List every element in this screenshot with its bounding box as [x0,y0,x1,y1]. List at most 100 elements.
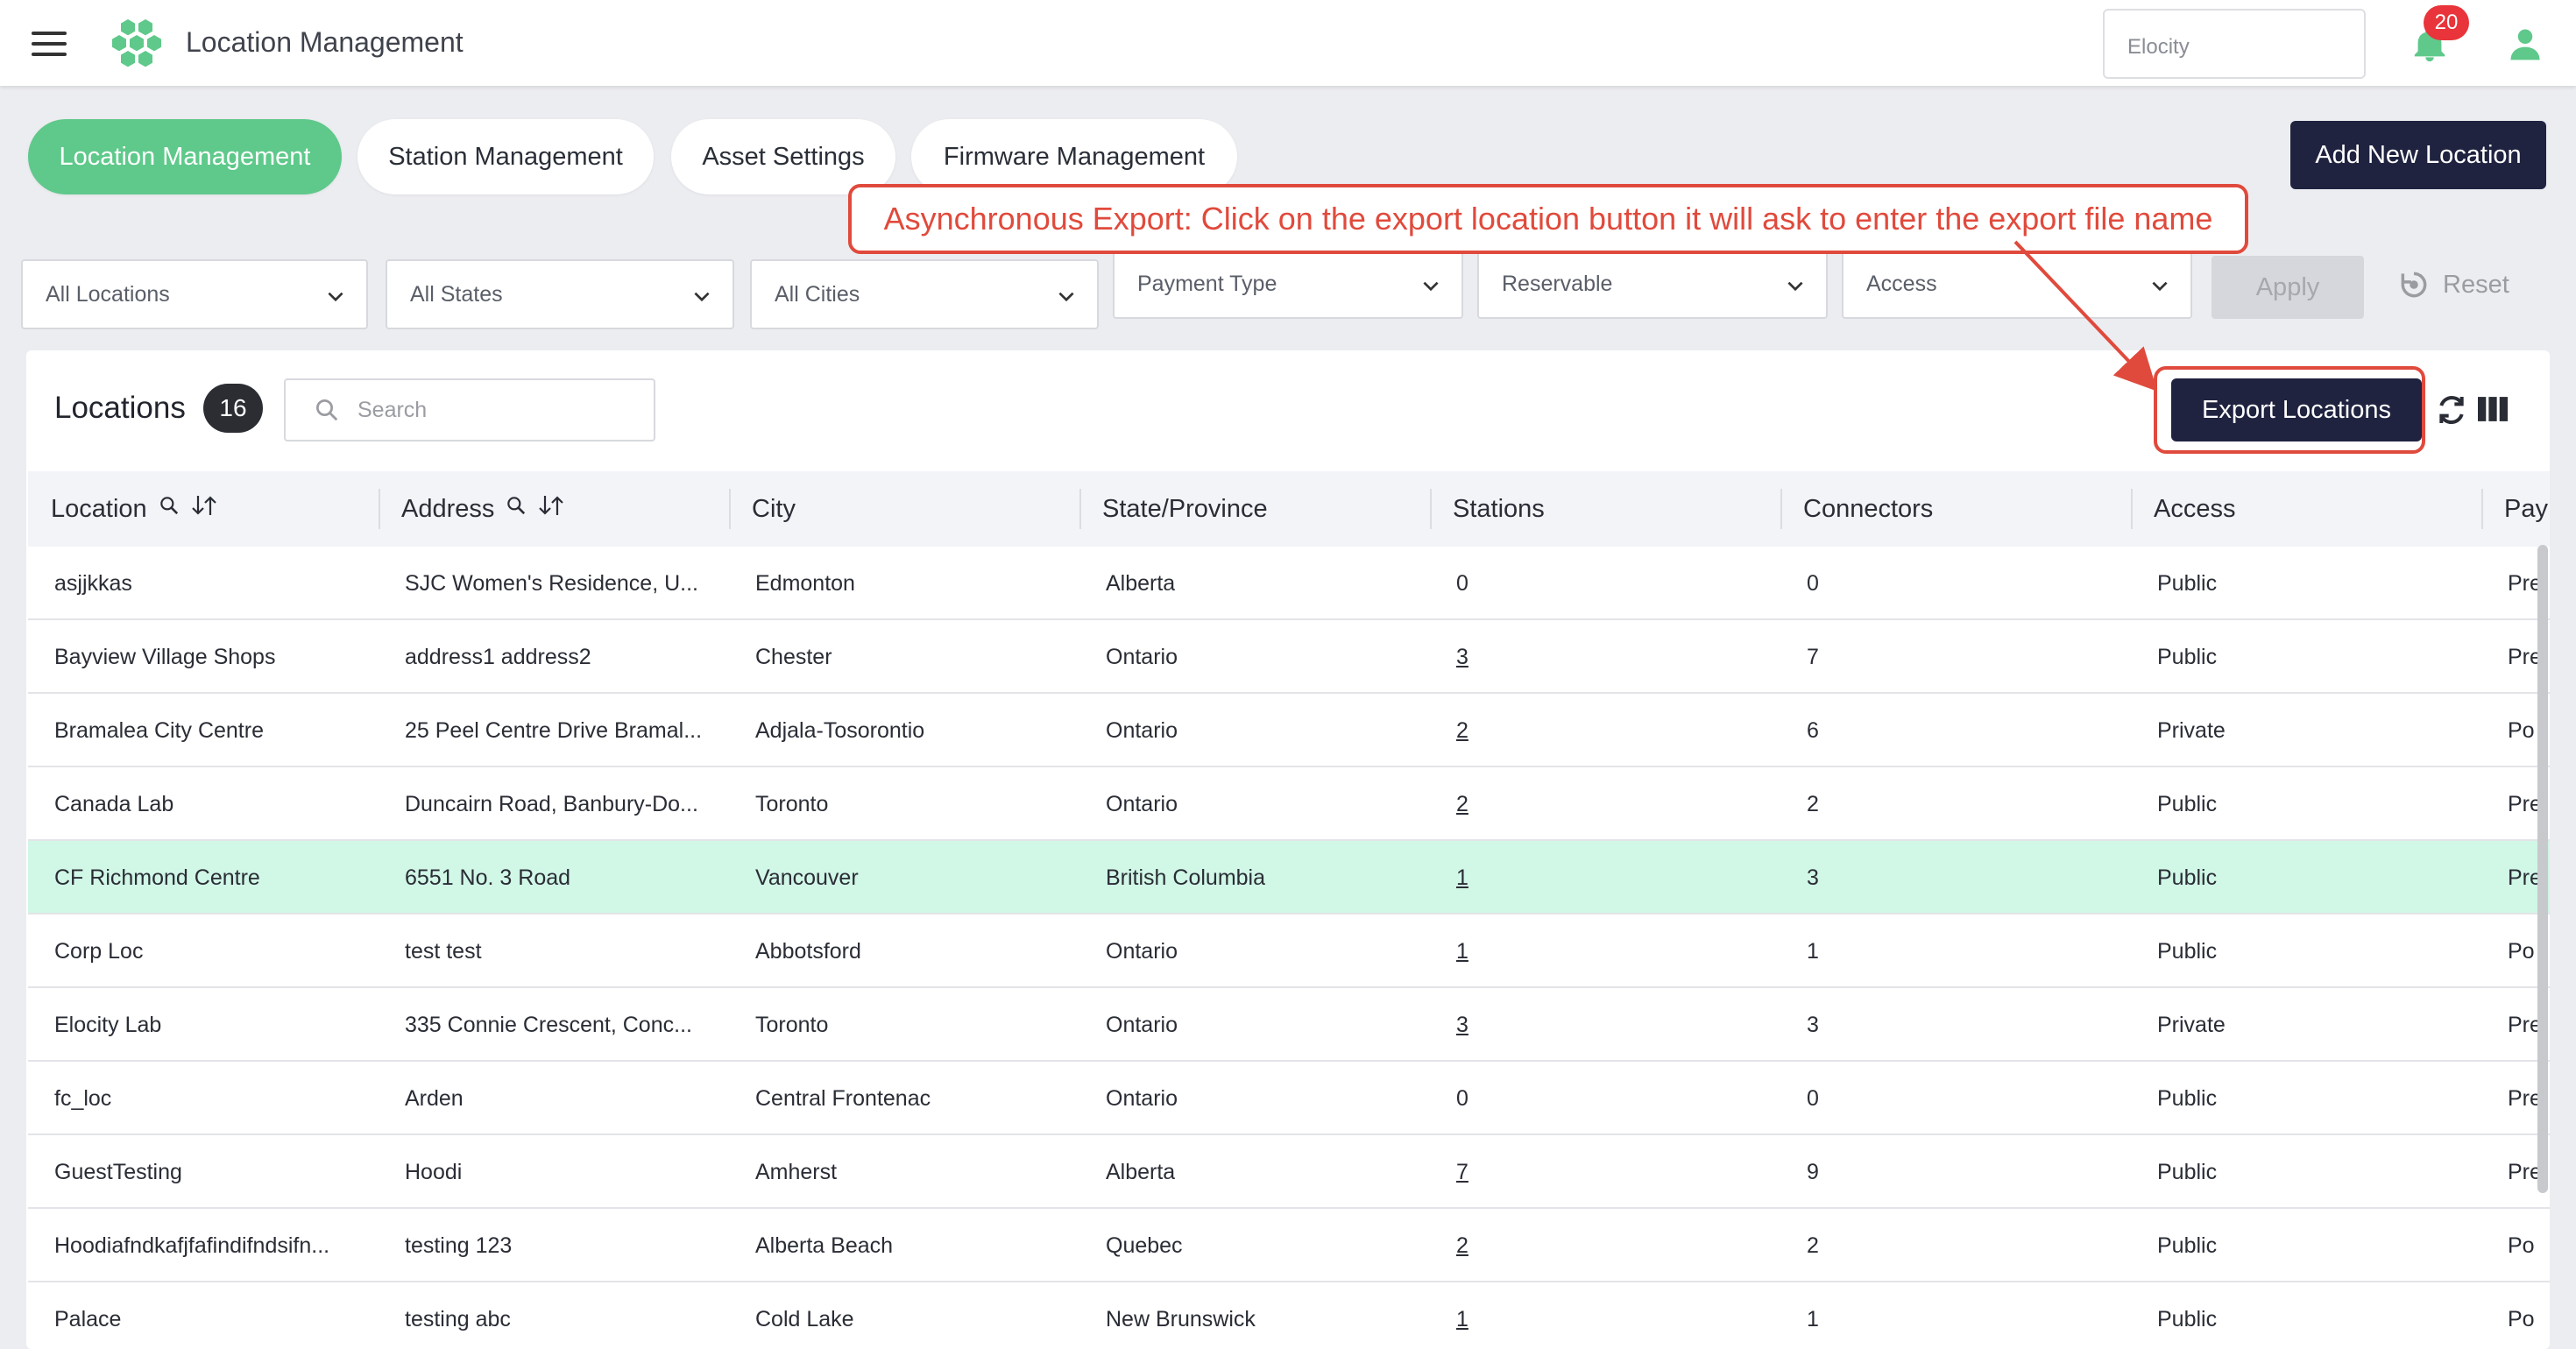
notification-badge: 20 [2424,5,2469,40]
cell-pay: Po [2508,1232,2535,1258]
export-locations-button[interactable]: Export Locations [2171,378,2422,441]
chevron-down-icon [1423,281,1439,292]
column-separator[interactable] [379,489,380,529]
column-separator[interactable] [1780,489,1782,529]
states-filter-label: All States [410,281,503,307]
table-row[interactable]: Palace testing abc Cold Lake New Brunswick 1… [28,1282,2550,1349]
sort-icon[interactable] [538,494,564,524]
cell-access: Public [2157,1159,2218,1184]
columns-icon[interactable] [2476,394,2509,424]
column-header-location[interactable]: Location [51,471,217,547]
access-filter[interactable]: Access [1842,249,2192,319]
column-header-label: City [752,494,796,523]
column-header-label: Connectors [1803,494,1934,523]
reset-button[interactable]: Reset [2397,268,2509,301]
reset-label: Reset [2443,270,2509,299]
column-separator[interactable] [1079,489,1081,529]
cell-location: fc_loc [54,1085,112,1111]
column-search-icon[interactable] [158,494,180,524]
cell-location: Hoodiafndkafjfafindifndsifn... [54,1232,330,1258]
cell-location: Bayview Village Shops [54,644,276,669]
table-row[interactable]: Elocity Lab 335 Connie Crescent, Conc... T… [28,988,2550,1062]
chevron-down-icon [694,292,710,302]
cities-filter[interactable]: All Cities [750,259,1099,329]
chevron-down-icon [328,292,343,302]
cell-stations[interactable]: 2 [1456,694,1468,767]
table-row[interactable]: GuestTesting Hoodi Amherst Alberta 7 9 Public P… [28,1135,2550,1209]
table-row[interactable]: Canada Lab Duncairn Road, Banbury-Do... To… [28,767,2550,841]
cell-location: Corp Loc [54,938,144,964]
sort-icon[interactable] [191,494,217,524]
refresh-icon[interactable] [2434,391,2469,429]
cell-city: Amherst [755,1159,838,1184]
reservable-filter-label: Reservable [1502,272,1613,296]
column-header-city[interactable]: City [752,471,796,547]
column-separator[interactable] [2131,489,2133,529]
table-scrollbar[interactable] [2537,545,2548,1193]
cell-pay: Po [2508,717,2535,743]
column-separator[interactable] [2481,489,2483,529]
column-header-access[interactable]: Access [2154,471,2235,547]
apply-button[interactable]: Apply [2212,256,2364,319]
cell-address: Duncairn Road, Banbury-Do... [405,791,698,816]
top-app-bar: Location Management Elocity 20 [0,0,2576,86]
menu-icon[interactable] [32,32,67,56]
app-title: Location Management [186,26,464,58]
search-input[interactable]: Search [284,378,655,441]
locations-filter[interactable]: All Locations [21,259,368,329]
cell-connectors: 9 [1807,1159,1819,1184]
column-separator[interactable] [729,489,731,529]
table-row[interactable]: fc_loc Arden Central Frontenac Ontario 0 0 Pub… [28,1062,2550,1135]
chevron-down-icon [2152,281,2168,292]
column-search-icon[interactable] [505,494,527,524]
cell-stations[interactable]: 1 [1456,1282,1468,1349]
cell-connectors: 2 [1807,1232,1819,1258]
payment-type-filter[interactable]: Payment Type [1113,249,1463,319]
cell-stations[interactable]: 1 [1456,841,1468,915]
cell-access: Public [2157,570,2218,596]
cell-access: Public [2157,1306,2218,1331]
table-row[interactable]: CF Richmond Centre 6551 No. 3 Road Vancouv… [28,841,2550,915]
user-icon[interactable] [2506,25,2544,63]
column-header-address[interactable]: Address [401,471,564,547]
table-row[interactable]: Hoodiafndkafjfafindifndsifn... testing 12… [28,1209,2550,1282]
cell-state: Ontario [1106,717,1178,743]
search-placeholder: Search [357,397,428,422]
cell-address: 335 Connie Crescent, Conc... [405,1012,692,1037]
tenant-select[interactable]: Elocity [2103,9,2366,79]
cell-state: Alberta [1106,1159,1176,1184]
tab-location-management[interactable]: Location Management [28,119,342,194]
search-icon [316,399,338,421]
cell-connectors: 3 [1807,865,1819,890]
table-row[interactable]: Corp Loc test test Abbotsford Ontario 1 1 Publ… [28,915,2550,988]
reservable-filter[interactable]: Reservable [1477,249,1828,319]
column-header-pay[interactable]: Pay [2504,471,2548,547]
cell-access: Public [2157,865,2218,890]
cell-location: Palace [54,1306,122,1331]
cell-connectors: 3 [1807,1012,1819,1037]
column-header-stations[interactable]: Stations [1453,471,1545,547]
cell-state: Ontario [1106,791,1178,816]
cell-stations[interactable]: 7 [1456,1135,1468,1209]
cell-stations[interactable]: 1 [1456,915,1468,988]
tab-station-management[interactable]: Station Management [357,119,654,194]
table-row[interactable]: asjjkkas SJC Women's Residence, U... Edmon… [28,547,2550,620]
cell-location: Elocity Lab [54,1012,162,1037]
table-row[interactable]: Bayview Village Shops address1 address2 Ch… [28,620,2550,694]
column-header-state[interactable]: State/Province [1102,471,1268,547]
column-separator[interactable] [1430,489,1432,529]
cell-address: Arden [405,1085,464,1111]
cell-stations[interactable]: 3 [1456,620,1468,694]
add-new-location-button[interactable]: Add New Location [2290,121,2546,189]
column-header-connectors[interactable]: Connectors [1803,471,1933,547]
table-row[interactable]: Bramalea City Centre 25 Peel Centre Drive… [28,694,2550,767]
states-filter[interactable]: All States [386,259,734,329]
cell-stations[interactable]: 2 [1456,767,1468,841]
cell-stations[interactable]: 3 [1456,988,1468,1062]
column-header-label: Stations [1453,494,1545,523]
cell-city: Toronto [755,1012,829,1037]
cell-stations[interactable]: 2 [1456,1209,1468,1282]
cell-city: Alberta Beach [755,1232,894,1258]
column-header-label: State/Province [1102,494,1268,523]
cell-access: Public [2157,1085,2218,1111]
